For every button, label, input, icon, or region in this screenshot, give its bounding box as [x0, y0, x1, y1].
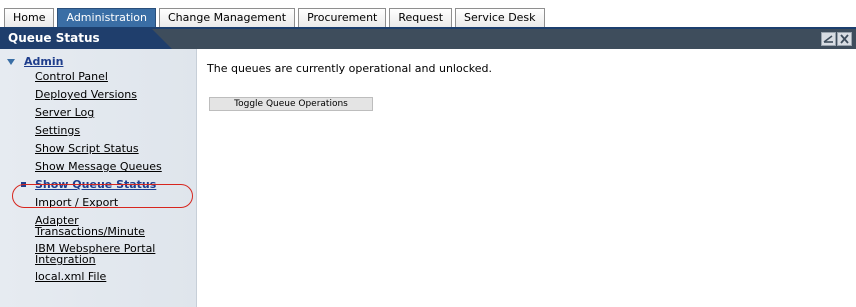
sidebar-item-adapter-transactions[interactable]: Adapter Transactions/Minute	[35, 215, 150, 237]
tab-change-management[interactable]: Change Management	[158, 8, 296, 27]
tab-administration[interactable]: Administration	[57, 8, 156, 27]
toggle-queue-operations-button[interactable]: Toggle Queue Operations	[209, 97, 373, 111]
sidebar-item-settings[interactable]: Settings	[35, 125, 195, 137]
sidebar-item-control-panel[interactable]: Control Panel	[35, 71, 195, 83]
sidebar-item-deployed-versions[interactable]: Deployed Versions	[35, 89, 195, 101]
tab-procurement[interactable]: Procurement	[298, 8, 387, 27]
highlight-annotation	[12, 184, 193, 208]
page-title: Queue Status	[8, 31, 100, 45]
close-button[interactable]	[837, 32, 852, 46]
tab-home[interactable]: Home	[4, 8, 55, 27]
admin-nav-list: Control Panel Deployed Versions Server L…	[21, 71, 195, 289]
sidebar-item-show-message-queues[interactable]: Show Message Queues	[35, 161, 195, 173]
minimize-icon	[823, 35, 833, 43]
sidebar-item-ibm-websphere[interactable]: IBM Websphere Portal Integration	[35, 243, 175, 265]
admin-section-header[interactable]: Admin	[6, 55, 63, 68]
tab-service-desk[interactable]: Service Desk	[455, 8, 545, 27]
tab-request[interactable]: Request	[389, 8, 453, 27]
panel-title-bar: Queue Status	[0, 29, 856, 49]
close-icon	[840, 34, 849, 44]
main-content: The queues are currently operational and…	[198, 49, 856, 307]
sidebar: Admin Control Panel Deployed Versions Se…	[0, 49, 197, 307]
tab-list: Home Administration Change Management Pr…	[4, 8, 548, 28]
sidebar-item-show-script-status[interactable]: Show Script Status	[35, 143, 195, 155]
queue-status-message: The queues are currently operational and…	[207, 62, 492, 75]
expand-arrow-icon	[7, 58, 15, 65]
admin-section-label[interactable]: Admin	[24, 55, 63, 68]
sidebar-item-server-log[interactable]: Server Log	[35, 107, 195, 119]
sidebar-item-local-xml[interactable]: local.xml File	[35, 271, 195, 283]
minimize-button[interactable]	[821, 32, 836, 46]
top-tab-bar: Home Administration Change Management Pr…	[0, 0, 856, 29]
